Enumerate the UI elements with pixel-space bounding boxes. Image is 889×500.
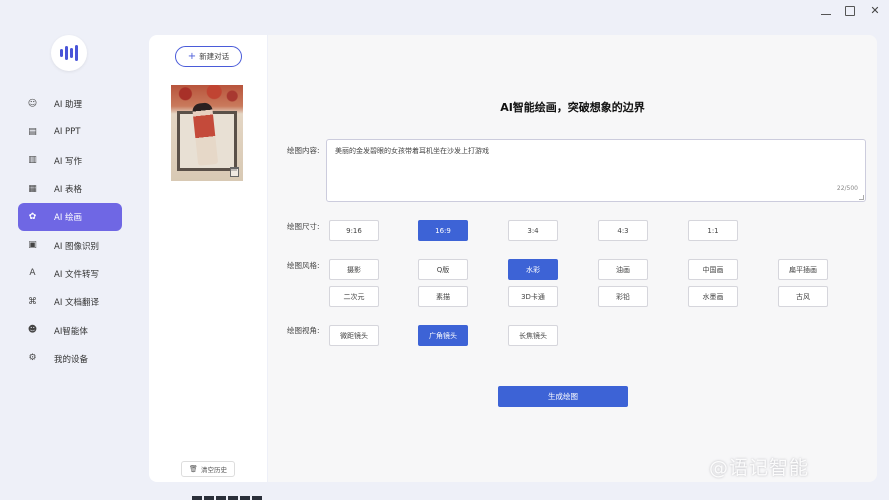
size-option[interactable]: 9:16: [329, 220, 379, 241]
sidebar-item-ai-translate[interactable]: ⌘ AI 文档翻译: [18, 288, 122, 316]
prompt-char-count: 22/500: [836, 185, 858, 192]
palette-icon: ✿: [28, 211, 37, 222]
watermark: @语记智能: [709, 457, 810, 479]
agent-icon: ☻: [27, 325, 38, 336]
sidebar-item-label: 我的设备: [54, 354, 89, 365]
page-title: AI智能绘画，突破想象的边界: [500, 101, 645, 114]
table-icon: ▦: [28, 183, 37, 194]
style-label: 绘图风格:: [287, 261, 320, 270]
sidebar-item-label: AI 文件转写: [54, 269, 100, 280]
style-option[interactable]: Q版: [418, 259, 468, 280]
ppt-file-icon: ▤: [28, 126, 37, 137]
sidebar-item-label: AI 文档翻译: [54, 298, 100, 309]
document-icon: ▥: [28, 155, 37, 166]
sidebar-item-label: AI PPT: [54, 127, 81, 138]
prompt-label: 绘图内容:: [287, 146, 320, 155]
style-option[interactable]: 古风: [778, 286, 828, 307]
sidebar-item-ai-transcribe[interactable]: A AI 文件转写: [18, 260, 122, 288]
robot-icon: ☺: [27, 98, 38, 109]
style-option-selected[interactable]: 水彩: [508, 259, 558, 280]
device-icon: ⚙: [28, 353, 37, 364]
prompt-textarea[interactable]: 美丽的金发碧眼的女孩带着耳机坐在沙发上打游戏 22/500: [326, 139, 866, 202]
plus-icon: +: [187, 50, 197, 62]
sidebar-item-ai-ppt[interactable]: ▤ AI PPT: [18, 118, 122, 146]
style-option[interactable]: 二次元: [329, 286, 379, 307]
sidebar-item-label: AI 绘画: [54, 213, 83, 224]
view-option[interactable]: 微距镜头: [329, 325, 379, 346]
minimize-button[interactable]: [821, 8, 831, 15]
trash-icon: 🗑: [189, 465, 198, 473]
close-button[interactable]: ✕: [869, 5, 881, 17]
sidebar-item-label: AI 助理: [54, 100, 83, 111]
size-option-selected[interactable]: 16:9: [418, 220, 468, 241]
sidebar-item-ai-image-recognition[interactable]: ▣ AI 图像识别: [18, 231, 122, 259]
prompt-text: 美丽的金发碧眼的女孩带着耳机坐在沙发上打游戏: [335, 147, 489, 155]
image-scan-icon: ▣: [28, 240, 37, 251]
sidebar-item-ai-writing[interactable]: ▥ AI 写作: [18, 147, 122, 175]
generate-button[interactable]: 生成绘图: [498, 386, 628, 407]
style-option[interactable]: 水墨画: [688, 286, 738, 307]
sidebar-item-ai-painting[interactable]: ✿ AI 绘画: [18, 203, 122, 232]
sidebar-item-ai-agent[interactable]: ☻ AI智能体: [18, 316, 122, 344]
clear-history-button[interactable]: 🗑 清空历史: [181, 461, 235, 477]
window-controls: ✕: [821, 5, 881, 17]
style-option[interactable]: 扁平插画: [778, 259, 828, 280]
style-option[interactable]: 素描: [418, 286, 468, 307]
sidebar-item-ai-assistant[interactable]: ☺ AI 助理: [18, 90, 122, 118]
view-label: 绘图视角:: [287, 326, 320, 335]
sidebar-item-label: AI 图像识别: [54, 241, 100, 252]
transcribe-icon: A: [29, 268, 36, 279]
style-option[interactable]: 3D卡通: [508, 286, 558, 307]
app-logo: [51, 35, 87, 71]
size-label: 绘图尺寸:: [287, 222, 320, 231]
resize-handle[interactable]: [859, 195, 864, 200]
sidebar: ☺ AI 助理 ▤ AI PPT ▥ AI 写作 ▦ AI 表格 ✿ AI 绘画 ▣ AI …: [0, 0, 140, 500]
new-chat-button[interactable]: + 新建对话: [175, 46, 242, 67]
sidebar-item-label: AI智能体: [54, 326, 88, 337]
size-option[interactable]: 4:3: [598, 220, 648, 241]
style-option[interactable]: 彩铅: [598, 286, 648, 307]
sidebar-item-my-devices[interactable]: ⚙ 我的设备: [18, 345, 122, 373]
taskbar-fragment: [192, 496, 262, 500]
style-option[interactable]: 油画: [598, 259, 648, 280]
main-panel: AI智能绘画，突破想象的边界 绘图内容: 美丽的金发碧眼的女孩带着耳机坐在沙发上…: [268, 35, 877, 482]
size-option[interactable]: 3:4: [508, 220, 558, 241]
view-option[interactable]: 长焦镜头: [508, 325, 558, 346]
style-option[interactable]: 摄影: [329, 259, 379, 280]
history-thumbnail[interactable]: [171, 85, 243, 181]
translate-icon: ⌘: [28, 296, 37, 307]
new-chat-label: 新建对话: [199, 52, 230, 61]
clear-history-label: 清空历史: [200, 466, 227, 474]
delete-icon[interactable]: [230, 167, 239, 177]
sidebar-item-label: AI 表格: [54, 185, 83, 196]
sidebar-nav: ☺ AI 助理 ▤ AI PPT ▥ AI 写作 ▦ AI 表格 ✿ AI 绘画 ▣ AI …: [18, 90, 122, 373]
size-option[interactable]: 1:1: [688, 220, 738, 241]
sidebar-item-ai-table[interactable]: ▦ AI 表格: [18, 175, 122, 203]
history-panel: + 新建对话 🗑 清空历史: [149, 35, 267, 482]
maximize-button[interactable]: [845, 6, 855, 16]
style-option[interactable]: 中国画: [688, 259, 738, 280]
sidebar-item-label: AI 写作: [54, 156, 83, 167]
view-option-selected[interactable]: 广角镜头: [418, 325, 468, 346]
